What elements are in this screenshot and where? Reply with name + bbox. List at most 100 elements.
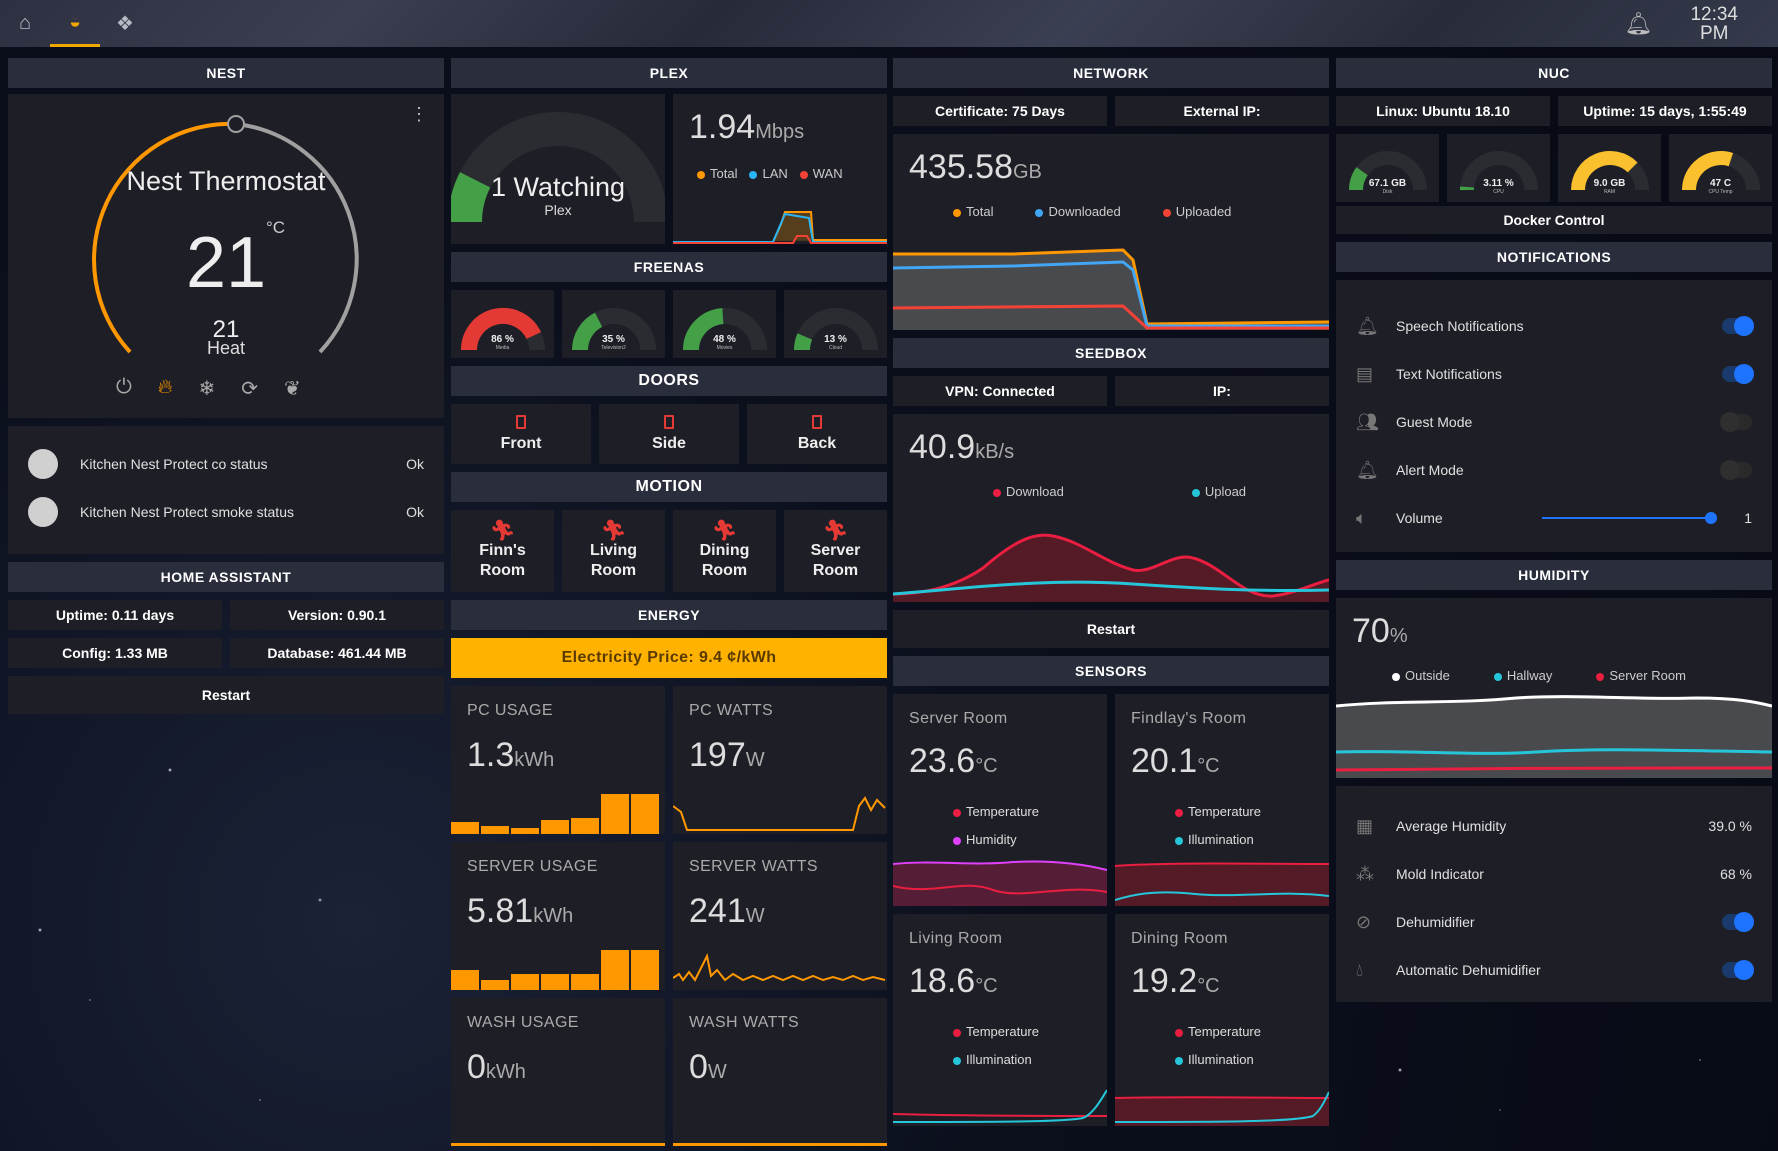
dashboard-tab[interactable]: ◒ <box>50 0 100 47</box>
wash-watts-card[interactable]: WASH WATTS 0W <box>673 998 887 1146</box>
motion-header: MOTION <box>451 472 887 502</box>
text-notifications-toggle[interactable] <box>1722 364 1754 384</box>
motion-dining-room[interactable]: 🏃︎ Dining Room <box>673 510 776 592</box>
pc-usage-bars <box>451 794 659 834</box>
server-usage-card[interactable]: SERVER USAGE 5.81kWh <box>451 842 665 990</box>
sensor-server-room[interactable]: Server Room 23.6°C Temperature Humidity <box>893 694 1107 906</box>
network-traffic-card[interactable]: 435.58GB Total Downloaded Uploaded <box>893 134 1329 330</box>
gauge-disk[interactable]: 67.1 GB Disk <box>1336 134 1439 202</box>
speech-notifications-toggle[interactable] <box>1722 316 1754 336</box>
gauge-cloud[interactable]: 13 % Cloud <box>784 290 887 358</box>
door-side[interactable]: Side <box>599 404 739 464</box>
door-back[interactable]: Back <box>747 404 887 464</box>
column-3: NETWORK Certificate: 75 Days External IP:… <box>893 58 1329 1126</box>
group-icon: 👥︎ <box>1356 411 1379 432</box>
notification-bell-icon[interactable]: 🔔︎ <box>1625 11 1653 37</box>
pc-usage-card[interactable]: PC USAGE 1.3kWh <box>451 686 665 834</box>
door-icon <box>812 415 822 429</box>
wash-usage-line <box>451 1143 665 1146</box>
running-person-icon: 🏃︎ <box>711 520 738 542</box>
external-ip: External IP: <box>1115 96 1329 126</box>
server-watts-card[interactable]: SERVER WATTS 241W <box>673 842 887 990</box>
gauge-movies[interactable]: 48 % Movies <box>673 290 776 358</box>
nest-thermostat-card[interactable]: ⋮ Nest Thermostat 21 °C 21 Heat ⏻ 🔥︎ ❄ ⟳… <box>8 94 444 418</box>
ha-uptime: Uptime: 0.11 days <box>8 600 222 630</box>
door-icon <box>664 415 674 429</box>
temperature-unit: °C <box>266 218 286 237</box>
home-tab[interactable]: ⌂ <box>0 0 50 47</box>
heat-flame-icon[interactable]: 🔥︎ <box>158 376 173 401</box>
plex-watching-count: 1 Watching <box>490 172 626 202</box>
dashboard-icon: ◒ <box>68 10 82 33</box>
nest-header: NEST <box>8 58 444 88</box>
server-room-sparkline <box>893 860 1107 906</box>
hvac-mode: Heat <box>206 338 246 358</box>
humidity-chart-card[interactable]: 70% Outside Hallway Server Room <box>1336 598 1772 778</box>
notifications-header: NOTIFICATIONS <box>1336 242 1772 272</box>
volume-slider[interactable] <box>1542 512 1717 524</box>
gauge-media[interactable]: 86 % Media <box>451 290 554 358</box>
nest-protect-icon <box>28 497 58 527</box>
docker-control-button[interactable]: Docker Control <box>1336 206 1772 234</box>
power-icon[interactable]: ⏻ <box>116 376 132 401</box>
automatic-dehumidifier-toggle[interactable] <box>1722 960 1754 980</box>
network-legend: Total Downloaded Uploaded <box>953 204 1231 219</box>
running-person-icon: 🏃︎ <box>489 520 516 542</box>
electricity-price: Electricity Price: 9.4 ¢/kWh <box>451 638 887 678</box>
motion-server-room[interactable]: 🏃︎ Server Room <box>784 510 887 592</box>
wash-usage-card[interactable]: WASH USAGE 0kWh <box>451 998 665 1146</box>
snowflake-icon[interactable]: ❄ <box>199 376 216 401</box>
ha-config: Config: 1.33 MB <box>8 638 222 668</box>
seedbox-speed-card[interactable]: 40.9kB/s Download Upload <box>893 414 1329 602</box>
running-person-icon: 🏃︎ <box>822 520 849 542</box>
volume-slider-thumb[interactable] <box>1705 512 1717 524</box>
sensors-header: SENSORS <box>893 656 1329 686</box>
alert-mode-row: 🔔︎ Alert Mode <box>1336 446 1772 494</box>
sensor-dining-room[interactable]: Dining Room 19.2°C Temperature Illuminat… <box>1115 914 1329 1126</box>
guest-mode-toggle[interactable] <box>1720 412 1752 432</box>
dehumidifier-toggle[interactable] <box>1722 912 1754 932</box>
thermostat-handle <box>227 115 245 133</box>
ha-restart-button[interactable]: Restart <box>8 676 444 714</box>
gauge-cpu[interactable]: 3.11 % CPU <box>1447 134 1550 202</box>
column-4: NUC Linux: Ubuntu 18.10 Uptime: 15 days, … <box>1336 58 1772 1002</box>
findlays-room-sparkline <box>1115 862 1329 906</box>
humidity-legend: Outside Hallway Server Room <box>1392 668 1686 683</box>
plex-watching-card[interactable]: 1 Watching Plex <box>451 94 665 244</box>
seedbox-header: SEEDBOX <box>893 338 1329 368</box>
text-notifications-row: ▤ Text Notifications <box>1336 350 1772 398</box>
seedbox-restart-button[interactable]: Restart <box>893 610 1329 648</box>
gauge-cpu-temp[interactable]: 47 C CPU Temp <box>1669 134 1772 202</box>
seedbox-ip: IP: <box>1115 376 1329 406</box>
speaker-icon: 🔈︎ <box>1356 507 1367 528</box>
guest-mode-row: 👥︎ Guest Mode <box>1336 398 1772 446</box>
sensor-findlays-room[interactable]: Findlay's Room 20.1°C Temperature Illumi… <box>1115 694 1329 906</box>
freenas-header: FREENAS <box>451 252 887 282</box>
plex-bandwidth-card[interactable]: 1.94Mbps Total LAN WAN <box>673 94 887 244</box>
alert-mode-toggle[interactable] <box>1720 460 1752 480</box>
top-bar: ⌂ ◒ ❖ 🔔︎ 12:34 PM <box>0 0 1778 47</box>
protect-row-co: Kitchen Nest Protect co status Ok <box>8 440 444 488</box>
plex-icon: ❖ <box>116 13 134 35</box>
server-watts-sparkline <box>673 952 886 982</box>
nuc-header: NUC <box>1336 58 1772 88</box>
nest-protect-icon <box>28 449 58 479</box>
motion-living-room[interactable]: 🏃︎ Living Room <box>562 510 665 592</box>
pc-watts-card[interactable]: PC WATTS 197W <box>673 686 887 834</box>
gauge-television2[interactable]: 35 % Television2 <box>562 290 665 358</box>
average-humidity-row: ▦ Average Humidity 39.0 % <box>1356 815 1752 836</box>
thermostat-name: Nest Thermostat <box>126 166 326 196</box>
door-front[interactable]: Front <box>451 404 591 464</box>
sensor-living-room[interactable]: Living Room 18.6°C Temperature Illuminat… <box>893 914 1107 1126</box>
auto-cycle-icon[interactable]: ⟳ <box>241 376 258 401</box>
nuc-os: Linux: Ubuntu 18.10 <box>1336 96 1550 126</box>
motion-finns-room[interactable]: 🏃︎ Finn's Room <box>451 510 554 592</box>
eco-leaf-icon[interactable]: ❦ <box>284 376 301 401</box>
home-assistant-header: HOME ASSISTANT <box>8 562 444 592</box>
freenas-gauges: 86 % Media 35 % Television2 48 % Movies 13 … <box>451 290 887 358</box>
humidity-header: HUMIDITY <box>1336 560 1772 590</box>
ha-version: Version: 0.90.1 <box>230 600 444 630</box>
doors-header: DOORS <box>451 366 887 396</box>
gauge-ram[interactable]: 9.0 GB RAM <box>1558 134 1661 202</box>
plex-tab[interactable]: ❖ <box>100 0 150 47</box>
